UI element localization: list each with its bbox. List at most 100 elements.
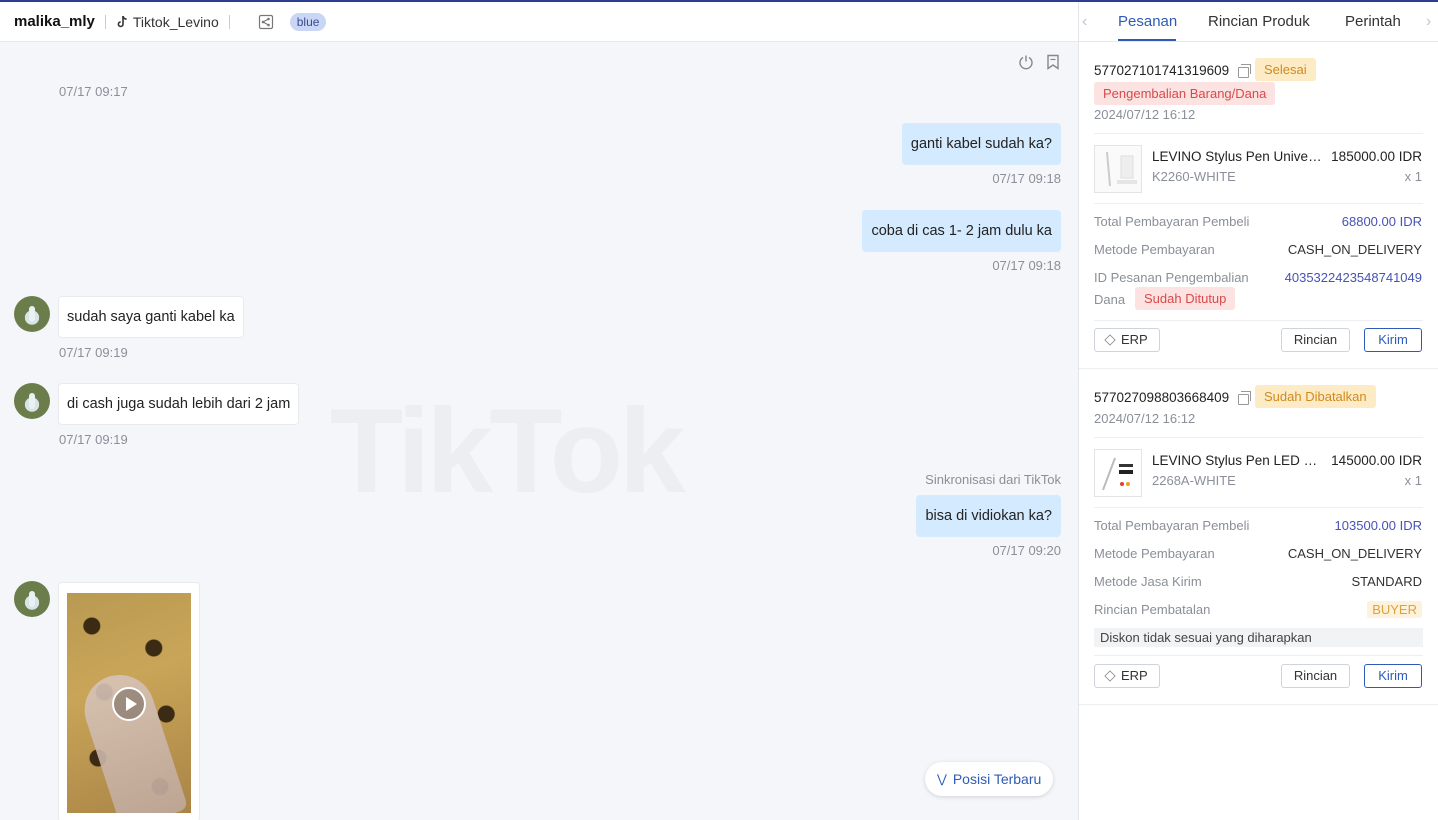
customer-tag[interactable]: blue: [289, 12, 327, 31]
chevron-left-icon[interactable]: ‹: [1082, 13, 1087, 31]
header-divider: [228, 14, 230, 29]
share-icon: [258, 14, 273, 29]
active-tab-indicator: [1118, 39, 1176, 41]
payment-method-value: CASH_ON_DELIVERY: [1287, 242, 1422, 257]
order-card: 577027101741319609 Selesai Pengembalian …: [1079, 42, 1438, 368]
product-name: LEVINO Stylus Pen LED Pointer: [1152, 453, 1322, 468]
message-timestamp: 07/17 09:18: [992, 171, 1061, 186]
shop-name: Tiktok_Levino: [132, 13, 219, 30]
customer-avatar[interactable]: [14, 383, 50, 419]
shop-label: Tiktok_Levino: [116, 14, 219, 30]
product-thumbnail[interactable]: [1094, 145, 1142, 193]
divider: [1094, 437, 1423, 438]
cube-icon: [1104, 334, 1116, 346]
payment-method-label: Metode Pembayaran: [1094, 546, 1215, 561]
erp-button[interactable]: ERP: [1094, 328, 1160, 352]
outgoing-message: ganti kabel sudah ka?: [901, 123, 1061, 165]
cube-icon: [1104, 670, 1116, 682]
tab-product-details[interactable]: Rincian Produk: [1208, 13, 1310, 30]
erp-button[interactable]: ERP: [1094, 664, 1160, 688]
message-timestamp: 07/17 09:17: [59, 84, 128, 99]
order-id: 577027098803668409: [1094, 390, 1230, 405]
message-timestamp: 07/17 09:19: [59, 345, 128, 360]
total-label: Total Pembayaran Pembeli: [1094, 518, 1250, 533]
incoming-message: sudah saya ganti kabel ka: [58, 296, 244, 338]
play-icon[interactable]: [112, 687, 146, 721]
divider: [1094, 133, 1423, 134]
shipping-method-label: Metode Jasa Kirim: [1094, 574, 1202, 589]
total-value: 103500.00 IDR: [1334, 518, 1422, 533]
product-quantity: x 1: [1404, 169, 1422, 184]
video-thumbnail[interactable]: [67, 593, 191, 813]
video-message[interactable]: [58, 582, 200, 820]
product-thumbnail[interactable]: [1094, 449, 1142, 497]
share-button[interactable]: [258, 14, 274, 30]
chat-tools: [1018, 54, 1060, 70]
order-id: 577027101741319609: [1094, 63, 1230, 78]
detail-button[interactable]: Rincian: [1281, 664, 1350, 688]
shipping-method-value: STANDARD: [1351, 574, 1422, 589]
power-icon[interactable]: [1018, 54, 1034, 70]
order-date: 2024/07/12 16:12: [1094, 107, 1196, 122]
incoming-message: di cash juga sudah lebih dari 2 jam: [58, 383, 300, 425]
order-status-badge: Selesai: [1255, 58, 1316, 81]
erp-button-label: ERP: [1121, 332, 1148, 347]
customer-avatar[interactable]: [14, 581, 50, 617]
divider: [1094, 507, 1423, 508]
message-timestamp: 07/17 09:19: [59, 432, 128, 447]
customer-name: malika_mly: [14, 13, 95, 30]
send-button[interactable]: Kirim: [1364, 328, 1422, 352]
detail-button[interactable]: Rincian: [1281, 328, 1350, 352]
latest-position-button[interactable]: ⋁ Posisi Terbaru: [925, 762, 1054, 796]
total-label: Total Pembayaran Pembeli: [1094, 214, 1250, 229]
chevron-right-icon[interactable]: ›: [1426, 13, 1431, 31]
latest-position-label: Posisi Terbaru: [952, 771, 1042, 787]
chat-header: malika_mly Tiktok_Levino blue: [0, 2, 1078, 42]
outgoing-message: bisa di vidiokan ka?: [916, 495, 1061, 537]
divider: [1094, 203, 1423, 204]
divider: [1094, 320, 1423, 321]
sync-note: Sinkronisasi dari TikTok: [925, 472, 1061, 487]
tiktok-watermark: TikTok: [330, 384, 686, 518]
cancel-by-badge: BUYER: [1367, 601, 1422, 618]
refund-id-value[interactable]: 4035322423548741049: [1285, 270, 1422, 285]
panel-tabs: ‹ Pesanan Rincian Produk Perintah ›: [1079, 2, 1438, 42]
tiktok-icon: [117, 15, 127, 27]
cancel-reason: Diskon tidak sesuai yang diharapkan: [1094, 628, 1423, 647]
product-sku: K2260-WHITE: [1152, 169, 1236, 184]
refund-id-label-cont: Dana: [1094, 292, 1126, 307]
cancel-detail-label: Rincian Pembatalan: [1094, 602, 1211, 617]
product-price: 145000.00 IDR: [1331, 453, 1422, 468]
product-name: LEVINO Stylus Pen Universal: [1152, 149, 1322, 164]
message-timestamp: 07/17 09:18: [992, 258, 1061, 273]
total-value: 68800.00 IDR: [1341, 214, 1422, 229]
order-separator: [1079, 704, 1438, 705]
divider: [1094, 655, 1423, 656]
order-panel: ‹ Pesanan Rincian Produk Perintah › 5770…: [1079, 2, 1438, 820]
erp-button-label: ERP: [1121, 668, 1148, 683]
header-divider: [104, 14, 106, 29]
send-button[interactable]: Kirim: [1364, 664, 1422, 688]
stylus-pen-image: [1106, 151, 1137, 187]
bookmark-icon[interactable]: [1046, 54, 1060, 70]
chat-area: malika_mly Tiktok_Levino blue TikTok 07/…: [0, 2, 1078, 820]
double-chevron-down-icon: ⋁: [937, 772, 947, 786]
order-card: 577027098803668409 Sudah Dibatalkan 2024…: [1079, 369, 1438, 704]
payment-method-value: CASH_ON_DELIVERY: [1287, 546, 1422, 561]
payment-method-label: Metode Pembayaran: [1094, 242, 1215, 257]
order-date: 2024/07/12 16:12: [1094, 411, 1196, 426]
product-sku: 2268A-WHITE: [1152, 473, 1236, 488]
message-timestamp: 07/17 09:20: [992, 543, 1061, 558]
outgoing-message: coba di cas 1- 2 jam dulu ka: [862, 210, 1061, 252]
return-status-badge: Pengembalian Barang/Dana: [1094, 82, 1276, 105]
order-status-badge: Sudah Dibatalkan: [1255, 385, 1376, 408]
product-price: 185000.00 IDR: [1331, 149, 1422, 164]
product-quantity: x 1: [1404, 473, 1422, 488]
tab-orders[interactable]: Pesanan: [1118, 13, 1177, 30]
customer-avatar[interactable]: [14, 296, 50, 332]
copy-icon[interactable]: [1238, 391, 1251, 405]
refund-id-label: ID Pesanan Pengembalian: [1094, 270, 1249, 285]
refund-status-badge: Sudah Ditutup: [1135, 287, 1236, 310]
tab-commands[interactable]: Perintah: [1345, 13, 1401, 30]
copy-icon[interactable]: [1238, 64, 1251, 78]
